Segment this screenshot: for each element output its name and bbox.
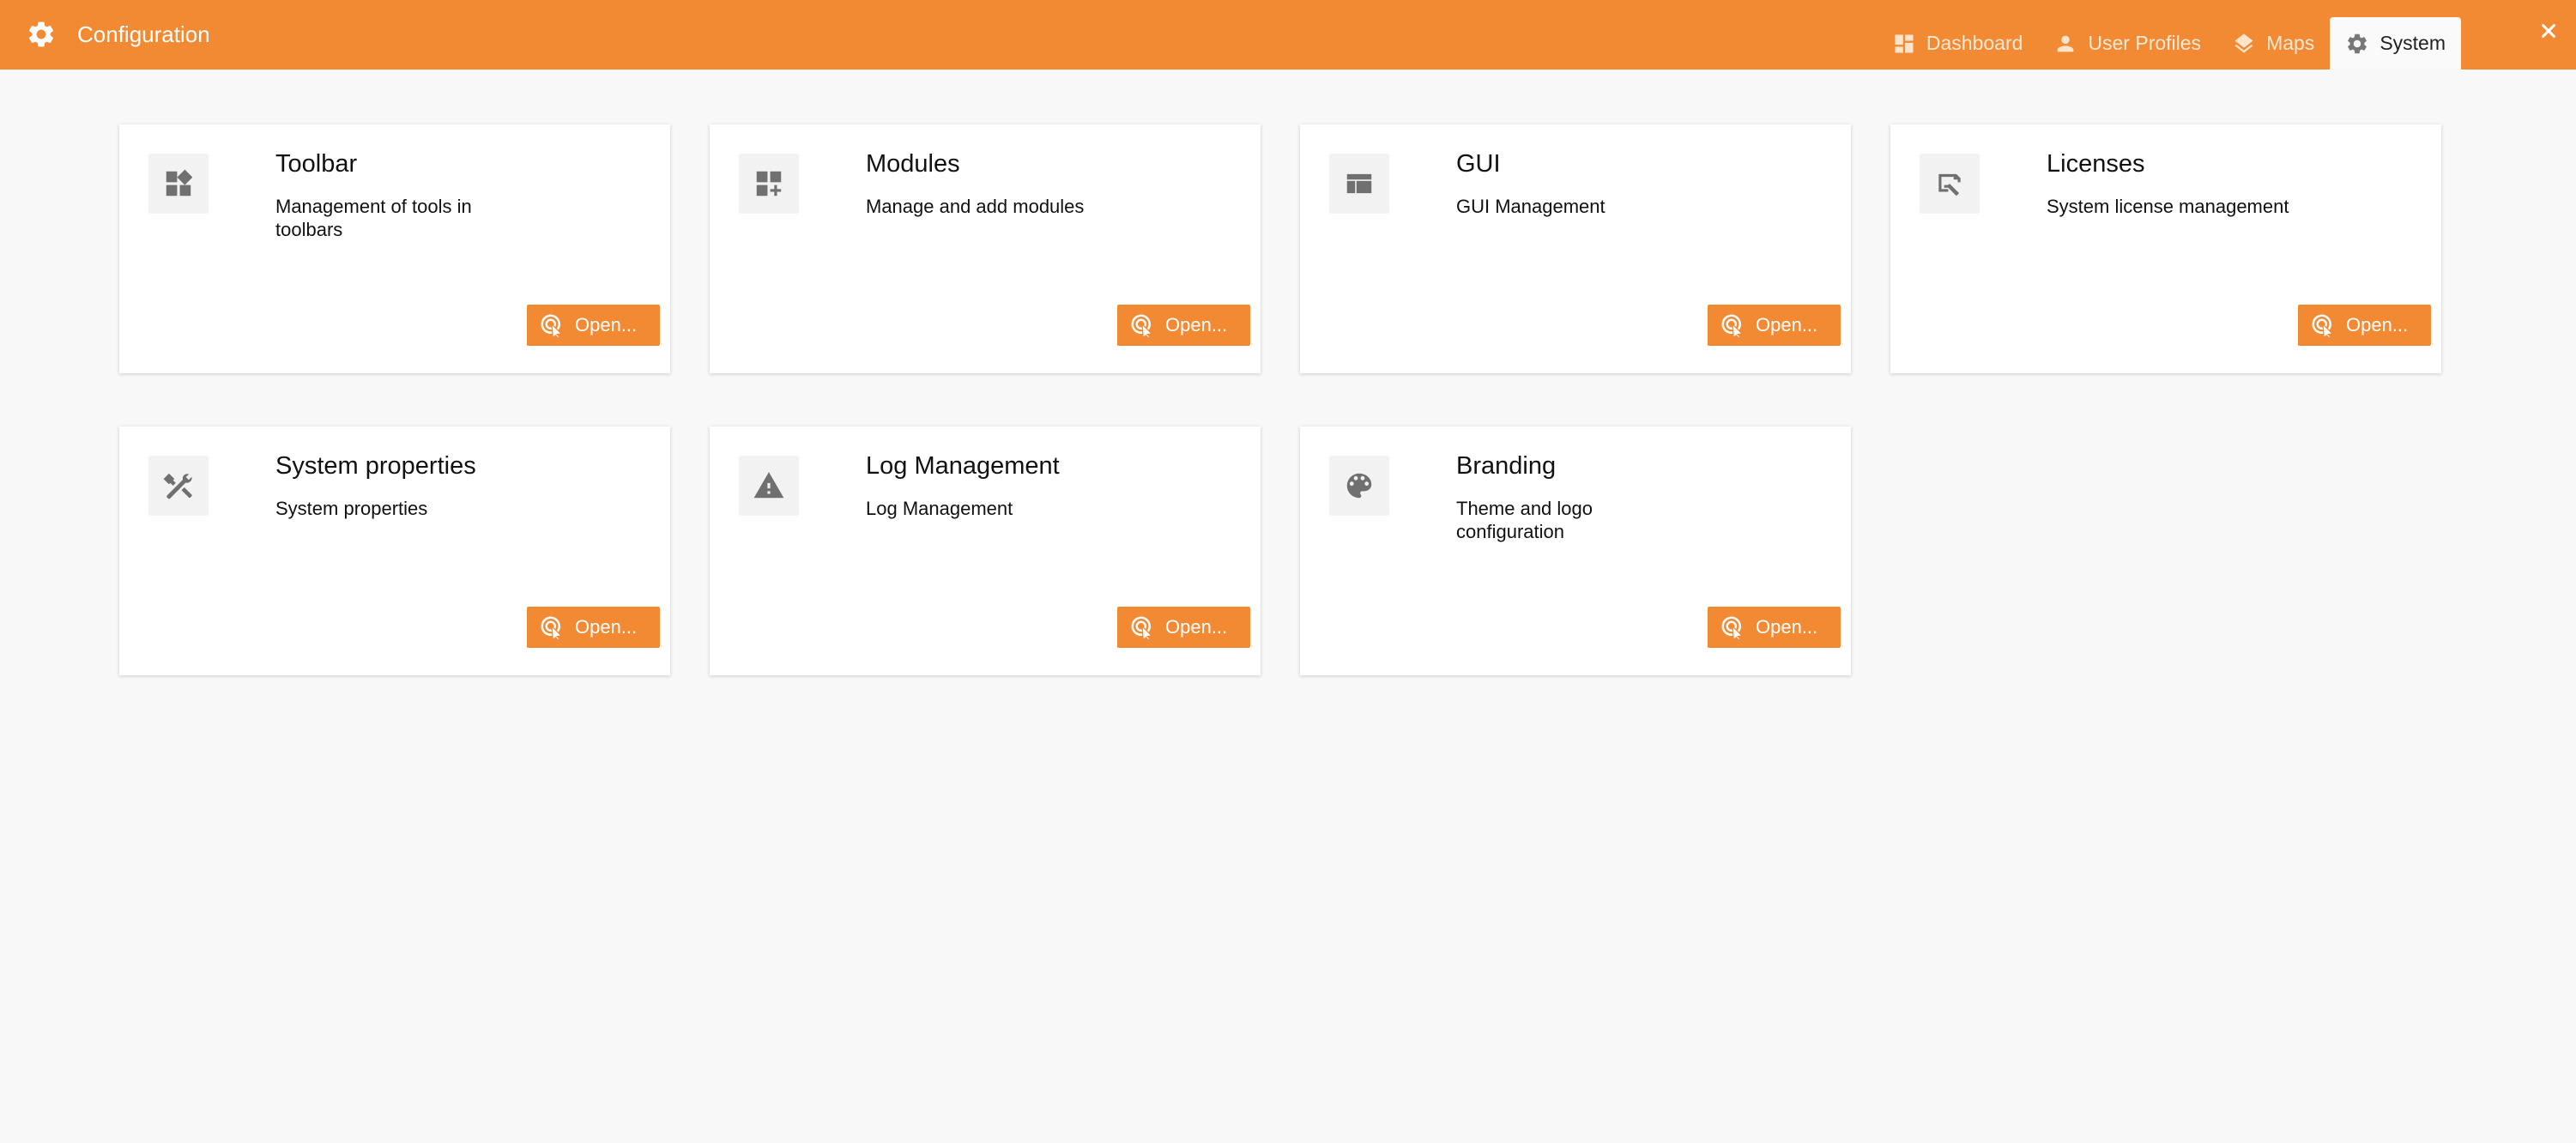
card-description: Manage and add modules (866, 196, 1085, 217)
open-button-label: Open... (2346, 314, 2409, 336)
card-icon-box (1329, 154, 1389, 214)
card-toolbar: Toolbar Management of tools in toolbars … (119, 124, 670, 373)
card-title: Licenses (2047, 150, 2145, 178)
card-description: Theme and logo configuration (1456, 498, 1593, 542)
dashboard-icon (1895, 34, 1914, 52)
open-button-label: Open... (1165, 616, 1228, 638)
open-button[interactable]: Open... (1708, 305, 1841, 346)
touch-click-icon (1721, 314, 1744, 338)
open-button[interactable]: Open... (1117, 305, 1250, 346)
tools-icon (163, 473, 192, 499)
open-button[interactable]: Open... (1117, 607, 1250, 648)
tab-label: Maps (2266, 32, 2315, 54)
gear-icon (2348, 33, 2367, 53)
gear-icon (28, 21, 54, 47)
card-icon-box (148, 456, 209, 516)
card-modules: Modules Manage and add modules Open... (710, 124, 1261, 373)
add-module-icon (756, 171, 782, 197)
person-icon (2058, 35, 2074, 51)
card-licenses: Licenses System license management Open.… (1890, 124, 2441, 373)
touch-click-icon (2312, 314, 2334, 338)
open-button-label: Open... (575, 314, 638, 336)
card-description: Log Management (866, 498, 1013, 519)
layers-icon (2234, 33, 2253, 53)
open-button[interactable]: Open... (527, 305, 660, 346)
card-description: System license management (2047, 196, 2289, 217)
widgets-icon (166, 169, 193, 197)
card-icon-box (1329, 456, 1389, 516)
card-icon-box (739, 154, 799, 214)
tab-system[interactable]: System (2330, 17, 2461, 70)
touch-click-icon (541, 616, 563, 640)
tab-user-profiles[interactable]: User Profiles (2038, 17, 2216, 70)
nav-tabs: Dashboard User Profiles Maps System (1877, 17, 2461, 70)
tab-dashboard[interactable]: Dashboard (1877, 17, 2039, 70)
card-branding: Branding Theme and logo configuration Op… (1300, 426, 1851, 675)
license-icon (1938, 173, 1961, 197)
warning-icon (753, 472, 784, 499)
touch-click-icon (541, 314, 563, 338)
tab-label: Dashboard (1926, 32, 2023, 54)
card-icon-box (148, 154, 209, 214)
card-description: System properties (275, 498, 428, 519)
open-button-label: Open... (1756, 616, 1818, 638)
top-bar: Configuration Dashboard User Profiles Ma… (0, 0, 2576, 70)
open-button-label: Open... (575, 616, 638, 638)
close-button[interactable] (2533, 15, 2564, 46)
app-title-area: Configuration (26, 17, 210, 51)
card-title: Toolbar (275, 150, 358, 178)
tab-label: User Profiles (2088, 32, 2202, 54)
tab-maps[interactable]: Maps (2216, 17, 2330, 70)
card-icon-box (739, 456, 799, 516)
web-layout-icon (1346, 173, 1372, 194)
touch-click-icon (1721, 616, 1744, 640)
open-button[interactable]: Open... (1708, 607, 1841, 648)
card-title: Modules (866, 150, 960, 178)
card-system-properties: System properties System properties Open… (119, 426, 670, 675)
open-button[interactable]: Open... (2298, 305, 2431, 346)
open-button-label: Open... (1165, 314, 1228, 336)
palette-icon (1346, 473, 1372, 499)
card-title: System properties (275, 452, 476, 480)
tab-label: System (2379, 32, 2446, 54)
card-icon-box (1920, 154, 1980, 214)
touch-click-icon (1131, 314, 1153, 338)
touch-click-icon (1131, 616, 1153, 640)
app-title: Configuration (77, 21, 210, 47)
card-description: Management of tools in toolbars (275, 196, 472, 240)
card-title: Branding (1456, 452, 1557, 480)
card-log-management: Log Management Log Management Open... (710, 426, 1261, 675)
close-icon (2542, 24, 2555, 38)
card-description: GUI Management (1456, 196, 1605, 217)
card-title: Log Management (866, 452, 1060, 480)
card-gui: GUI GUI Management Open... (1300, 124, 1851, 373)
open-button-label: Open... (1756, 314, 1818, 336)
open-button[interactable]: Open... (527, 607, 660, 648)
card-title: GUI (1456, 150, 1501, 178)
